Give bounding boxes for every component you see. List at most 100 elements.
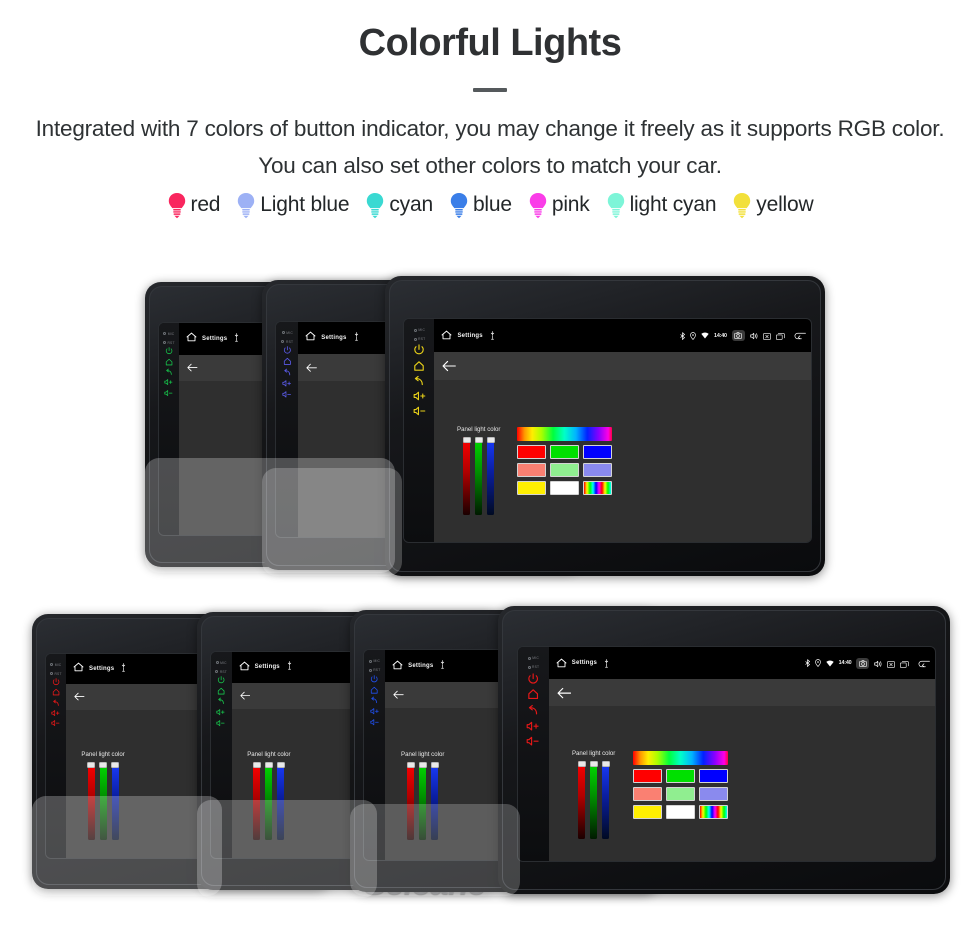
green-slider-thumb[interactable] — [418, 761, 427, 768]
color-swatch[interactable] — [517, 462, 547, 477]
blue-slider[interactable] — [111, 762, 120, 841]
hue-spectrum-bar[interactable] — [632, 750, 728, 765]
power-key[interactable] — [165, 347, 173, 355]
back-key[interactable] — [165, 368, 173, 376]
color-swatch[interactable] — [632, 804, 662, 819]
arrow-left-icon[interactable] — [187, 363, 198, 372]
red-slider-thumb[interactable] — [462, 436, 471, 443]
volume-down-key[interactable] — [413, 405, 427, 417]
color-swatch[interactable] — [517, 444, 547, 459]
green-slider-thumb[interactable] — [474, 436, 483, 443]
power-key[interactable] — [413, 344, 425, 356]
hue-spectrum-bar[interactable] — [517, 426, 613, 441]
red-slider-thumb[interactable] — [577, 760, 586, 767]
blue-slider[interactable] — [430, 761, 439, 840]
blue-slider-thumb[interactable] — [430, 761, 439, 768]
color-swatch[interactable] — [583, 444, 613, 459]
home-button[interactable] — [305, 331, 316, 344]
green-slider-thumb[interactable] — [264, 761, 273, 768]
volume-up-key[interactable] — [526, 720, 540, 732]
color-swatch[interactable] — [665, 786, 695, 801]
microphone-button[interactable] — [604, 654, 609, 673]
home-key[interactable] — [217, 687, 225, 695]
green-slider-thumb[interactable] — [99, 762, 108, 769]
microphone-button[interactable] — [440, 660, 445, 672]
color-swatch[interactable] — [550, 462, 580, 477]
volume-button[interactable] — [874, 654, 882, 673]
green-slider[interactable] — [418, 761, 427, 840]
blue-slider-thumb[interactable] — [601, 760, 610, 767]
color-swatch[interactable] — [550, 480, 580, 495]
home-button[interactable] — [556, 654, 567, 673]
home-button[interactable] — [186, 332, 197, 345]
back-key[interactable] — [283, 368, 292, 377]
red-slider[interactable] — [462, 436, 471, 515]
red-slider[interactable] — [406, 761, 415, 840]
color-swatch[interactable] — [517, 480, 547, 495]
microphone-button[interactable] — [121, 662, 126, 675]
power-key[interactable] — [217, 676, 225, 684]
recents-button[interactable] — [775, 327, 785, 345]
volume-up-key[interactable] — [282, 379, 292, 388]
volume-down-key[interactable] — [51, 719, 60, 727]
red-slider-thumb[interactable] — [406, 761, 415, 768]
volume-down-key[interactable] — [216, 719, 226, 727]
volume-up-key[interactable] — [413, 390, 427, 402]
arrow-left-icon[interactable] — [442, 360, 457, 372]
volume-up-key[interactable] — [164, 378, 173, 386]
home-button[interactable] — [392, 660, 403, 673]
microphone-button[interactable] — [234, 332, 239, 345]
home-key[interactable] — [527, 688, 539, 700]
home-button[interactable] — [441, 327, 452, 345]
red-slider[interactable] — [252, 761, 261, 840]
blue-slider-thumb[interactable] — [111, 762, 120, 769]
home-key[interactable] — [413, 360, 425, 372]
volume-up-key[interactable] — [51, 709, 60, 717]
color-swatch[interactable] — [698, 786, 728, 801]
volume-button[interactable] — [750, 327, 758, 345]
color-swatch[interactable] — [698, 804, 728, 819]
color-swatch[interactable] — [632, 786, 662, 801]
volume-down-key[interactable] — [370, 718, 380, 726]
blue-slider[interactable] — [601, 760, 610, 839]
color-swatch[interactable] — [583, 462, 613, 477]
volume-down-key[interactable] — [164, 389, 173, 397]
camera-button[interactable] — [731, 330, 745, 342]
red-slider[interactable] — [87, 762, 96, 841]
red-slider[interactable] — [577, 760, 586, 839]
close-button[interactable] — [762, 327, 771, 345]
home-key[interactable] — [52, 688, 60, 696]
home-key[interactable] — [370, 686, 378, 694]
back-key[interactable] — [413, 375, 425, 387]
volume-down-key[interactable] — [282, 390, 292, 399]
recents-button[interactable] — [900, 654, 910, 673]
back-nav-button[interactable] — [918, 654, 931, 673]
back-key[interactable] — [52, 699, 60, 707]
blue-slider-thumb[interactable] — [486, 436, 495, 443]
home-button[interactable] — [239, 661, 250, 674]
power-key[interactable] — [52, 677, 60, 686]
color-swatch[interactable] — [665, 768, 695, 783]
blue-slider[interactable] — [276, 761, 285, 840]
close-button[interactable] — [887, 654, 896, 673]
home-key[interactable] — [165, 358, 173, 366]
arrow-left-icon[interactable] — [74, 692, 85, 701]
green-slider[interactable] — [99, 762, 108, 841]
camera-button[interactable] — [856, 657, 870, 669]
color-swatch[interactable] — [550, 444, 580, 459]
power-key[interactable] — [283, 346, 292, 355]
arrow-left-icon[interactable] — [306, 363, 318, 373]
microphone-button[interactable] — [354, 331, 359, 344]
microphone-button[interactable] — [287, 661, 292, 673]
green-slider[interactable] — [264, 761, 273, 840]
color-swatch[interactable] — [583, 480, 613, 495]
arrow-left-icon[interactable] — [393, 690, 404, 699]
microphone-button[interactable] — [490, 327, 495, 345]
power-key[interactable] — [527, 673, 539, 685]
home-button[interactable] — [73, 662, 84, 675]
color-swatch[interactable] — [698, 768, 728, 783]
green-slider[interactable] — [474, 436, 483, 515]
back-key[interactable] — [527, 704, 539, 716]
green-slider[interactable] — [589, 760, 598, 839]
blue-slider[interactable] — [486, 436, 495, 515]
